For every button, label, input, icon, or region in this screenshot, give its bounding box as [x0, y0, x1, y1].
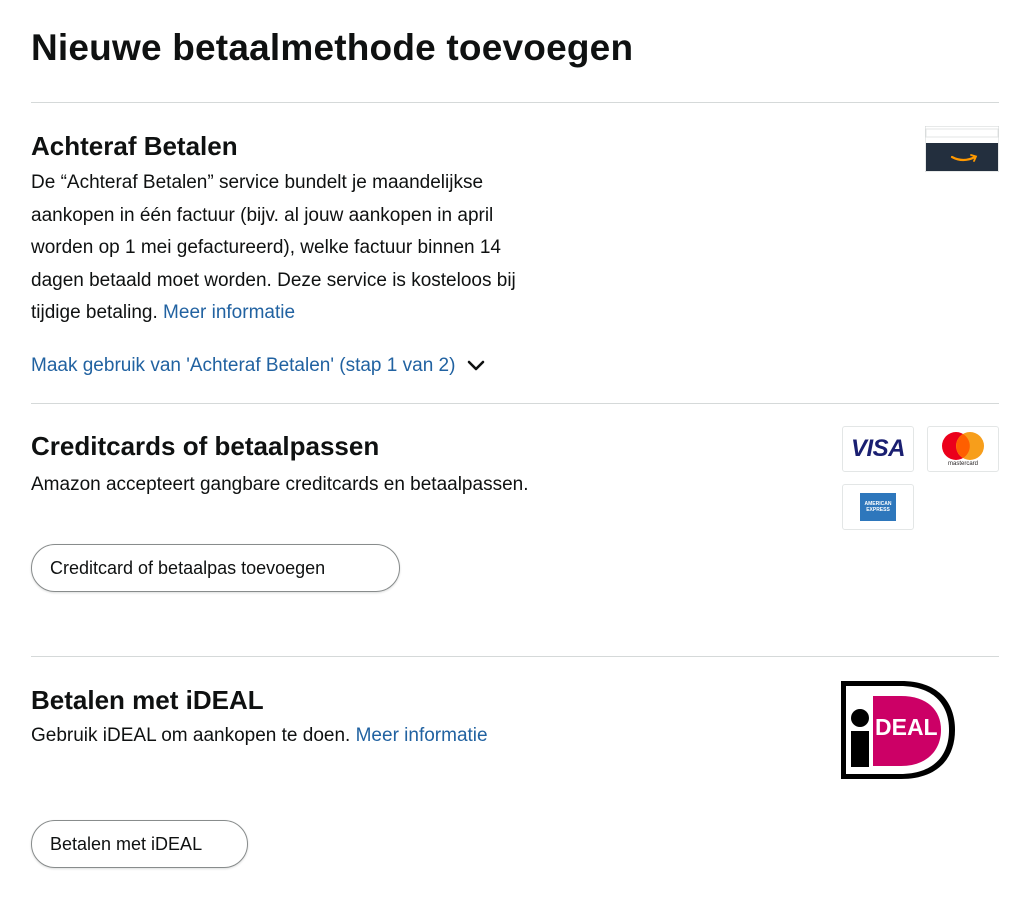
- description-line: dagen betaald moet worden. Deze service …: [31, 269, 516, 291]
- creditcards-title: Creditcards of betaalpassen: [31, 431, 380, 461]
- divider: [31, 656, 999, 657]
- ideal-more-info-link[interactable]: Meer informatie: [356, 725, 488, 746]
- mastercard-icon: mastercard: [927, 426, 999, 472]
- description-line: aankopen in één factuur (bijv. al jouw a…: [31, 204, 494, 226]
- achteraf-more-info-link[interactable]: Meer informatie: [163, 302, 295, 323]
- payment-method-page: Nieuwe betaalmethode toevoegen Achteraf …: [0, 0, 1024, 907]
- description-line: De “Achteraf Betalen” service bundelt je…: [31, 172, 484, 193]
- ideal-logo-icon: DEAL: [841, 681, 955, 779]
- ideal-title: Betalen met iDEAL: [31, 685, 264, 715]
- pay-with-ideal-button[interactable]: Betalen met iDEAL: [31, 820, 248, 868]
- amex-icon: AMERICAN EXPRESS: [842, 484, 914, 530]
- divider: [31, 403, 999, 404]
- amex-logo-text-bottom: EXPRESS: [866, 507, 890, 513]
- chevron-down-icon: [468, 360, 485, 371]
- mastercard-circles: [942, 432, 984, 460]
- ideal-description-text: Gebruik iDEAL om aankopen te doen.: [31, 725, 351, 746]
- description-line: tijdige betaling.: [31, 302, 158, 323]
- description-line: worden op 1 mei gefactureerd), welke fac…: [31, 237, 501, 258]
- amex-badge: AMERICAN EXPRESS: [860, 493, 896, 521]
- amazon-card-icon: [925, 126, 999, 172]
- achteraf-expander[interactable]: Maak gebruik van 'Achteraf Betalen' (sta…: [31, 352, 485, 380]
- ideal-logo-text: DEAL: [875, 714, 938, 740]
- creditcards-description: Amazon accepteert gangbare creditcards e…: [31, 474, 529, 495]
- mastercard-logo-text: mastercard: [947, 461, 978, 467]
- add-creditcard-button[interactable]: Creditcard of betaalpas toevoegen: [31, 544, 400, 592]
- achteraf-betalen-title: Achteraf Betalen: [31, 131, 238, 161]
- expander-label: Maak gebruik van 'Achteraf Betalen' (sta…: [31, 355, 456, 376]
- divider: [31, 102, 999, 103]
- page-title: Nieuwe betaalmethode toevoegen: [31, 27, 634, 68]
- visa-logo-text: VISA: [850, 435, 906, 462]
- ideal-description: Gebruik iDEAL om aankopen te doen. Meer …: [31, 720, 488, 753]
- visa-icon: VISA: [842, 426, 914, 472]
- achteraf-betalen-description: De “Achteraf Betalen” service bundelt je…: [31, 167, 651, 330]
